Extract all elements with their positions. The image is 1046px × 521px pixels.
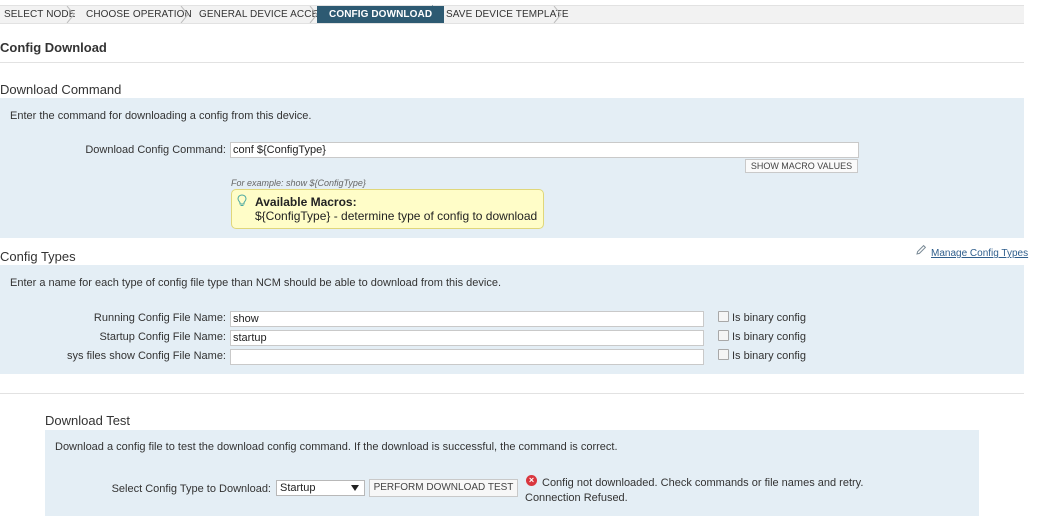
config-types-description: Enter a name for each type of config fil… — [10, 277, 501, 289]
example-text: For example: show ${ConfigType} — [231, 178, 366, 188]
running-config-label: Running Config File Name: — [93, 312, 226, 324]
sys-files-config-input[interactable] — [230, 349, 704, 365]
config-type-select[interactable]: Startup — [276, 480, 365, 496]
startup-config-input[interactable]: startup — [230, 330, 704, 346]
running-config-input[interactable]: show — [230, 311, 704, 327]
available-macros-text: ${ConfigType} - determine type of config… — [255, 209, 538, 223]
startup-binary-checkbox[interactable] — [718, 330, 729, 341]
breadcrumb-step-save-device-template[interactable]: SAVE DEVICE TEMPLATE — [446, 6, 569, 23]
manage-config-types-link[interactable]: Manage Config Types — [931, 248, 1028, 259]
error-message: Config not downloaded. Check commands or… — [542, 477, 864, 489]
startup-binary-label: Is binary config — [732, 331, 806, 343]
error-detail: Connection Refused. — [525, 492, 628, 504]
download-command-title: Download Command — [0, 82, 122, 97]
breadcrumb-step-config-download[interactable]: CONFIG DOWNLOAD — [317, 6, 444, 23]
config-type-select-value: Startup — [280, 482, 316, 494]
page-title: Config Download — [0, 40, 107, 55]
sys-files-binary-checkbox[interactable] — [718, 349, 729, 360]
divider — [0, 62, 1024, 63]
breadcrumb-separator-icon — [66, 6, 75, 23]
breadcrumb-separator-icon — [180, 6, 189, 23]
download-config-command-label: Download Config Command: — [85, 144, 226, 156]
breadcrumb-step-choose-operation[interactable]: CHOOSE OPERATION — [86, 6, 192, 23]
divider — [0, 393, 1024, 394]
running-binary-label: Is binary config — [732, 312, 806, 324]
pencil-icon[interactable] — [915, 244, 927, 256]
show-macro-values-button[interactable]: SHOW MACRO VALUES — [745, 159, 858, 173]
breadcrumb-separator-icon — [553, 6, 562, 23]
download-config-command-input[interactable]: conf ${ConfigType} — [230, 142, 859, 158]
breadcrumb: SELECT NODE CHOOSE OPERATION GENERAL DEV… — [0, 5, 1024, 24]
breadcrumb-active-arrow-icon — [432, 5, 441, 23]
download-test-title: Download Test — [45, 413, 131, 428]
dropdown-arrow-icon — [351, 485, 359, 491]
lightbulb-icon — [237, 194, 247, 206]
startup-config-label: Startup Config File Name: — [99, 331, 226, 343]
breadcrumb-step-select-node[interactable]: SELECT NODE — [4, 6, 76, 23]
error-icon: × — [526, 475, 537, 486]
perform-download-test-button[interactable]: PERFORM DOWNLOAD TEST — [369, 479, 518, 497]
select-config-type-label: Select Config Type to Download: — [111, 483, 271, 495]
running-binary-checkbox[interactable] — [718, 311, 729, 322]
download-test-description: Download a config file to test the downl… — [55, 441, 618, 453]
config-types-title: Config Types — [0, 249, 76, 264]
download-command-description: Enter the command for downloading a conf… — [10, 110, 312, 122]
sys-files-binary-label: Is binary config — [732, 350, 806, 362]
sys-files-config-label: sys files show Config File Name: — [67, 350, 226, 362]
available-macros-title: Available Macros: — [255, 195, 357, 209]
